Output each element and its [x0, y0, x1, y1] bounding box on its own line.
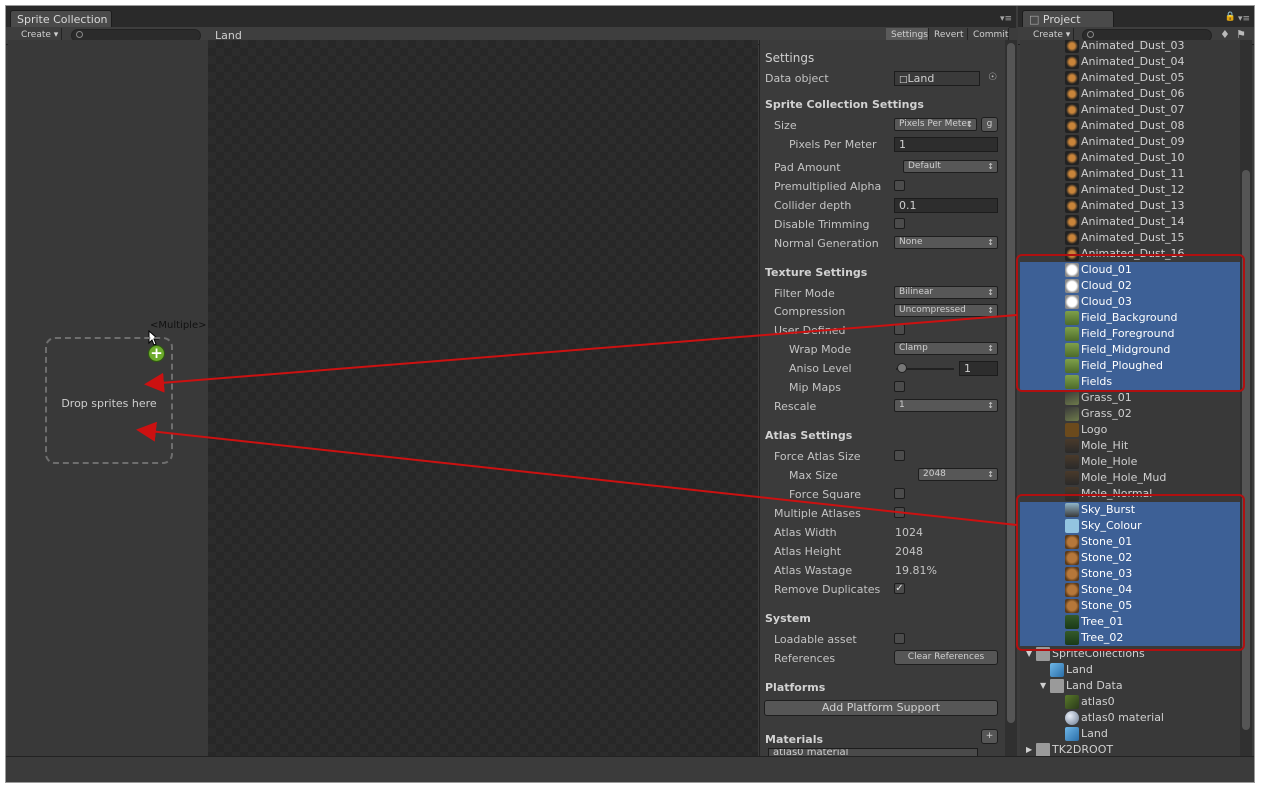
selection-highlight-box-1 [1016, 254, 1245, 392]
selection-highlight-box-2 [1016, 494, 1245, 651]
screenshot-root: Sprite Collection ▾≡ Create ▾ Land Setti… [0, 0, 1261, 788]
annotation-overlay [136, 254, 1245, 651]
drag-arrow-1 [144, 314, 1018, 393]
drag-arrow-2 [136, 421, 1018, 526]
